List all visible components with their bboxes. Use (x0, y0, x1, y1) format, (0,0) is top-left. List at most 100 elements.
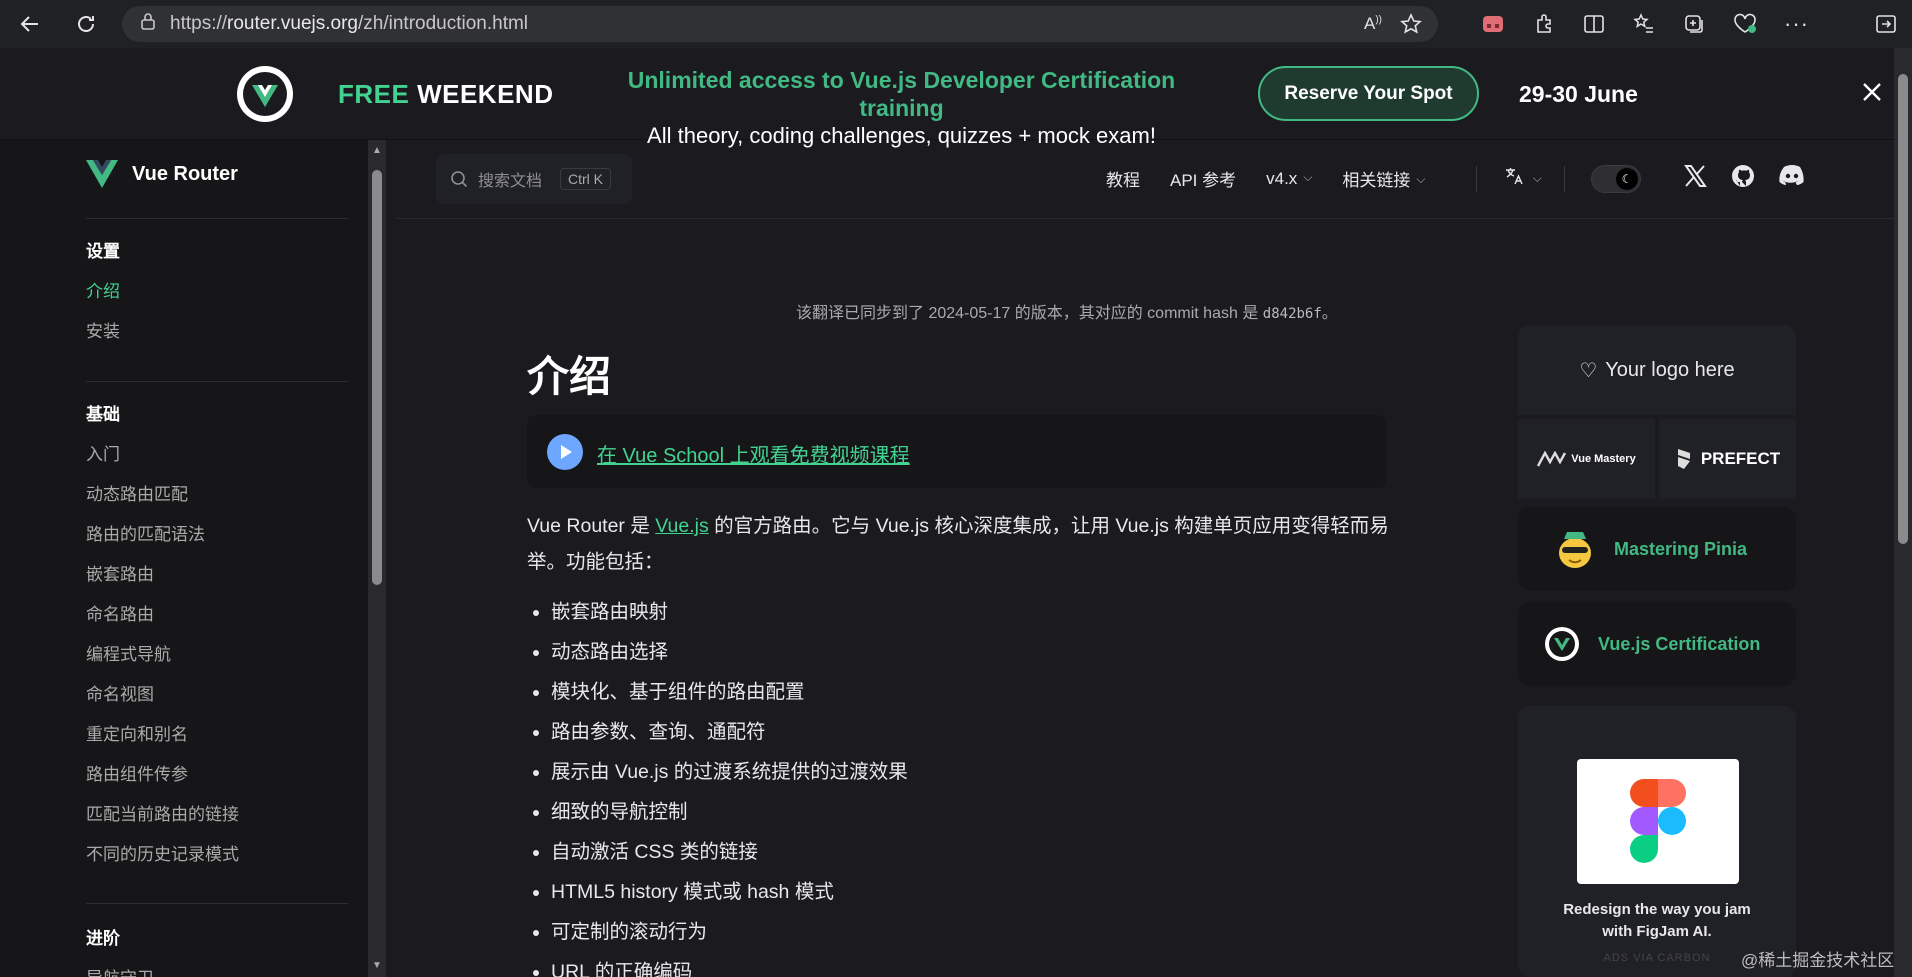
nav-related-links-dropdown[interactable]: 相关链接 (1342, 166, 1425, 191)
heart-icon: ♡ (1579, 359, 1598, 382)
nav-divider (1476, 166, 1477, 192)
sponsor-prefect[interactable]: PREFECT (1659, 419, 1796, 499)
search-button[interactable]: 搜索文档 Ctrl K (436, 154, 632, 204)
sponsor-vue-certification[interactable]: Vue.js Certification (1518, 602, 1796, 686)
reserve-spot-button[interactable]: Reserve Your Spot (1258, 66, 1479, 121)
scroll-up-arrow-icon[interactable]: ▲ (372, 146, 382, 156)
discord-icon[interactable] (1778, 163, 1806, 187)
sidebar-group-title: 基础 (86, 405, 120, 424)
figma-logo-icon (1630, 779, 1686, 863)
sidebar-scrollbar-thumb[interactable] (372, 170, 382, 585)
list-item: 自动激活 CSS 类的链接 (527, 832, 908, 872)
sponsor-name: Vue Mastery (1571, 453, 1636, 465)
vue-mastery-logo-icon (1537, 451, 1567, 467)
sponsor-placeholder-label: Your logo here (1605, 358, 1735, 381)
sidebar-item-introduction[interactable]: 介绍 (86, 272, 120, 312)
sidebar-toggle-icon[interactable] (1874, 12, 1898, 36)
sidebar-divider (86, 903, 348, 904)
sidebar-item[interactable]: 命名路由 (86, 595, 239, 635)
sponsor-card-label: Vue.js Certification (1598, 633, 1761, 654)
list-item: 嵌套路由映射 (527, 592, 908, 632)
sidebar-item[interactable]: 路由组件传参 (86, 755, 239, 795)
translation-notice: 该翻译已同步到了 2024-05-17 的版本，其对应的 commit hash… (796, 299, 1338, 323)
watermark: @稀土掘金技术社区 (1741, 951, 1895, 970)
sidebar-item[interactable]: 编程式导航 (86, 635, 239, 675)
browser-essentials-icon[interactable] (1732, 12, 1758, 36)
sidebar-item[interactable]: 不同的历史记录模式 (86, 835, 239, 875)
split-screen-icon[interactable] (1582, 12, 1606, 36)
sidebar-divider (86, 381, 348, 382)
close-icon[interactable] (1858, 78, 1886, 106)
certification-badge-icon (1545, 627, 1579, 661)
nav-link-tutorial[interactable]: 教程 (1106, 166, 1140, 191)
promo-banner: FREE WEEKEND Unlimited access to Vue.js … (0, 48, 1894, 148)
refresh-icon (78, 16, 94, 32)
favorites-list-icon[interactable] (1632, 12, 1656, 36)
sidebar-group-title: 设置 (86, 242, 120, 261)
sidebar-group-advanced: 进阶 导航守卫 (86, 919, 154, 977)
more-menu-icon[interactable]: ··· (1784, 11, 1809, 37)
moon-icon: ☾ (1616, 168, 1638, 190)
vue-school-callout: 在 Vue School 上观看免费视频课程 (527, 415, 1386, 488)
sidebar-scrollbar[interactable]: ▲ ▼ (368, 140, 386, 977)
vue-school-link[interactable]: 在 Vue School 上观看免费视频课程 (597, 439, 910, 468)
sidebar-item[interactable]: 重定向和别名 (86, 715, 239, 755)
refresh-button[interactable] (66, 4, 106, 44)
brand-link[interactable]: Vue Router (86, 160, 238, 188)
address-bar[interactable]: https://router.vuejs.org/zh/introduction… (122, 6, 1438, 42)
list-item: 动态路由选择 (527, 632, 908, 672)
page-scrollbar[interactable] (1894, 48, 1912, 977)
sidebar-item[interactable]: 嵌套路由 (86, 555, 239, 595)
list-item: 路由参数、查询、通配符 (527, 712, 908, 752)
sidebar-group-setup: 设置 介绍 安装 (86, 232, 120, 352)
search-icon (451, 171, 468, 188)
intro-pre: Vue Router 是 (527, 515, 656, 537)
sponsor-mastering-pinia[interactable]: Mastering Pinia (1518, 507, 1796, 591)
sponsor-card-label: Mastering Pinia (1614, 538, 1748, 559)
brand-name: Vue Router (132, 162, 238, 185)
sidebar-item[interactable]: 动态路由匹配 (86, 475, 239, 515)
read-aloud-icon[interactable]: A)) (1364, 14, 1382, 34)
sidebar-item[interactable]: 路由的匹配语法 (86, 515, 239, 555)
free-weekend-label: FREE WEEKEND (338, 79, 553, 110)
translate-icon (1506, 168, 1523, 185)
scroll-down-arrow-icon[interactable]: ▼ (372, 961, 382, 971)
page-scrollbar-thumb[interactable] (1898, 74, 1908, 544)
carbon-ad[interactable]: Redesign the way you jam with FigJam AI.… (1518, 706, 1796, 977)
nav-link-api[interactable]: API 参考 (1170, 166, 1236, 191)
back-button[interactable] (10, 4, 50, 44)
sidebar-item[interactable]: 匹配当前路由的链接 (86, 795, 239, 835)
collections-icon[interactable] (1682, 12, 1706, 36)
sponsor-placeholder[interactable]: ♡ Your logo here (1518, 325, 1796, 415)
free-word: FREE (338, 79, 410, 109)
x-twitter-icon[interactable] (1682, 163, 1708, 189)
back-arrow-icon (20, 16, 38, 32)
sidebar: Vue Router 设置 介绍 安装 基础 入门 动态路由匹配 路由的匹配语法… (0, 140, 386, 977)
ad-text: Redesign the way you jam with FigJam AI. (1518, 899, 1796, 943)
sidebar-item[interactable]: 导航守卫 (86, 959, 154, 977)
sponsor-vue-mastery[interactable]: Vue Mastery (1518, 419, 1655, 499)
url-path: /zh/introduction.html (358, 13, 529, 34)
play-icon[interactable] (547, 434, 583, 470)
language-dropdown[interactable]: ⌵ (1504, 166, 1542, 191)
extensions-puzzle-icon[interactable] (1532, 12, 1556, 36)
extension-red-icon[interactable] (1480, 11, 1506, 37)
prefect-logo-icon (1677, 449, 1690, 469)
ad-image (1577, 759, 1739, 884)
sidebar-item[interactable]: 命名视图 (86, 675, 239, 715)
favorite-star-icon[interactable] (1400, 13, 1422, 35)
notice-end: 。 (1321, 305, 1338, 322)
weekend-word: WEEKEND (417, 79, 554, 109)
sidebar-item[interactable]: 入门 (86, 435, 239, 475)
list-item: URL 的正确编码 (527, 952, 908, 977)
list-item: 可定制的滚动行为 (527, 912, 908, 952)
banner-text: Unlimited access to Vue.js Developer Cer… (584, 66, 1219, 150)
social-links (1682, 163, 1806, 189)
sidebar-item-installation[interactable]: 安装 (86, 312, 120, 352)
search-placeholder: 搜索文档 (478, 173, 543, 190)
nav-version-dropdown[interactable]: v4.x (1266, 169, 1312, 189)
commit-hash: d842b6f (1262, 306, 1322, 322)
github-icon[interactable] (1730, 163, 1756, 189)
vuejs-link[interactable]: Vue.js (655, 515, 708, 537)
dark-mode-toggle[interactable]: ☾ (1591, 165, 1641, 193)
